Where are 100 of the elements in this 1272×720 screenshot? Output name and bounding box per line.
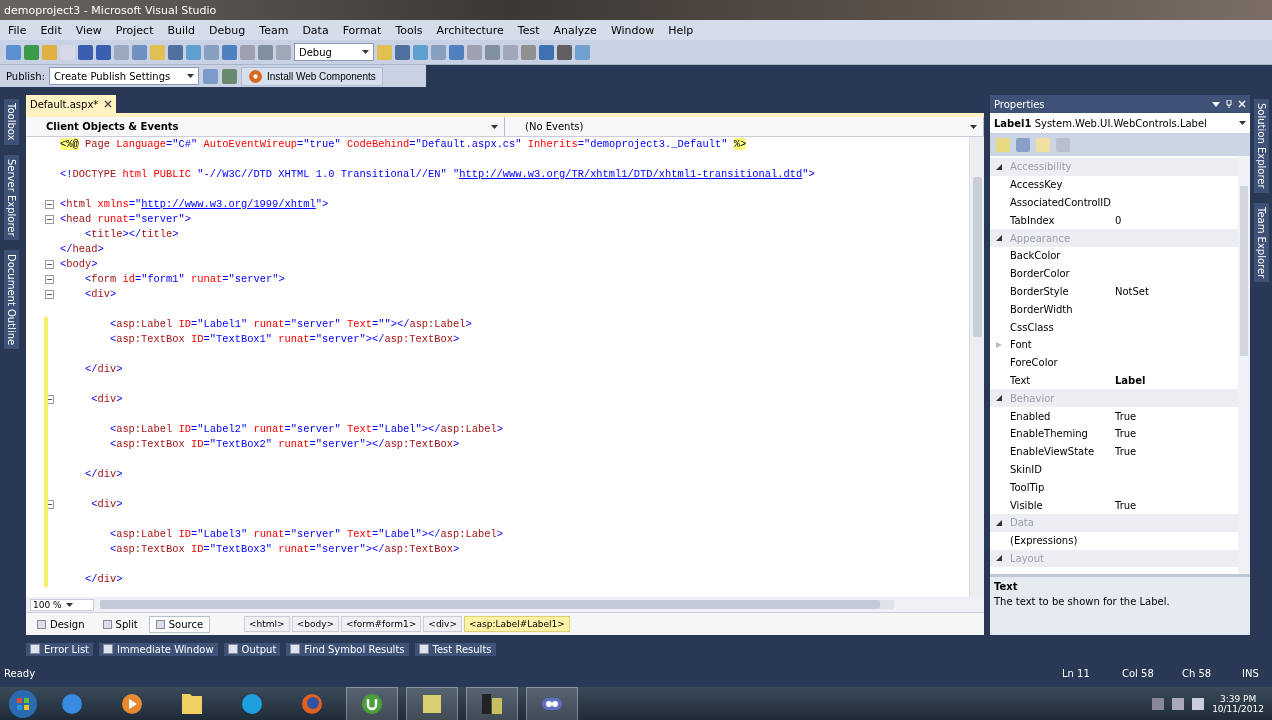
menu-item[interactable]: Data <box>296 22 335 38</box>
collapse-icon[interactable] <box>996 519 1002 526</box>
caret-icon[interactable] <box>1212 100 1220 108</box>
menu-item[interactable]: View <box>69 22 108 38</box>
toolbar-icon[interactable] <box>485 44 500 60</box>
toolbar-icon[interactable] <box>258 44 273 60</box>
start-button[interactable] <box>8 689 38 719</box>
menu-item[interactable]: Help <box>662 22 700 38</box>
taskbar-button[interactable] <box>346 687 398 720</box>
menu-item[interactable]: Debug <box>203 22 252 38</box>
breadcrumb[interactable]: <form#form1> <box>341 616 422 632</box>
toolbar-icon[interactable] <box>521 44 536 60</box>
breadcrumb[interactable]: <body> <box>291 616 339 632</box>
toolbar-icon[interactable] <box>449 44 464 60</box>
toolbar-icon[interactable] <box>431 44 446 60</box>
toolbar-icon[interactable] <box>240 44 255 60</box>
pin-icon[interactable] <box>1225 100 1233 108</box>
breadcrumb[interactable]: <html> <box>244 616 290 632</box>
collapse-icon[interactable] <box>996 235 1002 242</box>
toolbar-icon[interactable] <box>222 44 237 60</box>
menu-item[interactable]: Team <box>253 22 295 38</box>
tray-icon[interactable] <box>1172 698 1185 710</box>
scrollbar-thumb[interactable] <box>972 177 982 337</box>
view-tab[interactable]: Split <box>95 615 145 633</box>
toolbar-icon[interactable] <box>395 44 410 60</box>
configuration-dropdown[interactable]: Debug <box>294 43 374 61</box>
toolbar-icon[interactable] <box>575 44 590 60</box>
menu-item[interactable]: Architecture <box>430 22 510 38</box>
dock-tab[interactable]: Toolbox <box>3 99 19 145</box>
toolbar-icon[interactable] <box>78 44 93 60</box>
toolbar-icon[interactable] <box>204 44 219 60</box>
collapse-icon[interactable] <box>996 163 1002 170</box>
collapse-icon[interactable] <box>996 555 1002 562</box>
tool-window-tab[interactable]: Immediate Window <box>99 642 218 656</box>
breadcrumb[interactable]: <div> <box>423 616 462 632</box>
collapse-icon[interactable] <box>45 275 54 284</box>
property-value[interactable]: True <box>1115 410 1137 422</box>
property-name: BorderStyle <box>1009 285 1070 297</box>
toolbar-icon[interactable] <box>24 44 39 60</box>
collapse-icon[interactable] <box>996 395 1002 402</box>
scrollbar-thumb[interactable] <box>1240 186 1248 356</box>
collapse-icon[interactable] <box>45 500 54 509</box>
property-value[interactable]: Label <box>1115 374 1146 386</box>
toolbar-icon[interactable] <box>168 44 183 60</box>
toolbar-icon[interactable] <box>96 44 111 60</box>
dock-tab[interactable]: Team Explorer <box>1253 202 1269 282</box>
dock-tab[interactable]: Document Outline <box>3 250 19 350</box>
taskbar-button[interactable] <box>406 687 458 720</box>
property-value[interactable]: 0 <box>1115 214 1122 226</box>
menu-item[interactable]: Edit <box>34 22 68 38</box>
expand-icon[interactable] <box>996 341 1002 348</box>
menu-item[interactable]: Project <box>109 22 160 38</box>
toolbar-icon[interactable] <box>557 44 572 60</box>
event-dropdown[interactable]: (No Events) <box>505 117 984 136</box>
collapse-icon[interactable] <box>45 290 54 299</box>
tool-window-tab[interactable]: Test Results <box>414 642 496 656</box>
toolbar-icon[interactable] <box>203 68 218 84</box>
publish-dropdown[interactable]: Create Publish Settings <box>49 67 199 85</box>
taskbar-button[interactable] <box>466 687 518 720</box>
toolbar-icon[interactable] <box>467 44 482 60</box>
menu-item[interactable]: Format <box>336 22 388 38</box>
toolbar-icon[interactable] <box>539 44 554 60</box>
collapse-icon[interactable] <box>45 260 54 269</box>
toolbar-icon[interactable] <box>132 44 147 60</box>
property-value[interactable]: True <box>1115 428 1137 440</box>
menu-item[interactable]: Tools <box>389 22 429 38</box>
zoom-dropdown[interactable]: 100 % <box>30 598 94 611</box>
breadcrumb[interactable]: <asp:Label#Label1> <box>463 616 570 632</box>
property-value[interactable]: True <box>1115 499 1137 511</box>
tool-window-tab[interactable]: Output <box>223 642 281 656</box>
close-icon[interactable] <box>104 100 113 108</box>
toolbar-icon[interactable] <box>186 44 201 60</box>
collapse-icon[interactable] <box>45 200 54 209</box>
menu-item[interactable]: Analyze <box>547 22 603 38</box>
tool-window-tab[interactable]: Find Symbol Results <box>286 642 409 656</box>
toolbar-icon[interactable] <box>413 44 428 60</box>
toolbar-icon[interactable] <box>222 68 237 84</box>
tool-window-tab[interactable]: Error List <box>26 642 94 656</box>
collapse-icon[interactable] <box>45 395 54 404</box>
install-button[interactable]: Install Web Components <box>241 66 383 86</box>
view-tab[interactable]: Design <box>30 615 92 633</box>
tray-icon[interactable] <box>1192 698 1205 710</box>
property-value[interactable]: NotSet <box>1115 285 1149 297</box>
object-dropdown[interactable]: Client Objects & Events <box>26 117 505 136</box>
collapse-icon[interactable] <box>45 215 54 224</box>
property-name: AssociatedControlID <box>1009 197 1112 208</box>
property-name: BorderWidth <box>1009 303 1074 315</box>
taskbar-button[interactable] <box>526 687 578 720</box>
menu-item[interactable]: Window <box>604 22 661 38</box>
property-value[interactable]: True <box>1115 446 1137 458</box>
toolbar-icon[interactable] <box>6 44 21 60</box>
dock-tab[interactable]: Solution Explorer <box>1253 99 1269 193</box>
scrollbar-thumb[interactable] <box>100 600 880 609</box>
menu-item[interactable]: Test <box>511 22 546 38</box>
menu-item[interactable]: Build <box>161 22 202 38</box>
dock-tab[interactable]: Server Explorer <box>3 154 19 241</box>
tray-icon[interactable] <box>1152 698 1165 710</box>
document-tab[interactable]: Default.aspx* <box>26 95 117 113</box>
menu-item[interactable]: File <box>2 22 33 38</box>
view-tab[interactable]: Source <box>148 615 211 633</box>
